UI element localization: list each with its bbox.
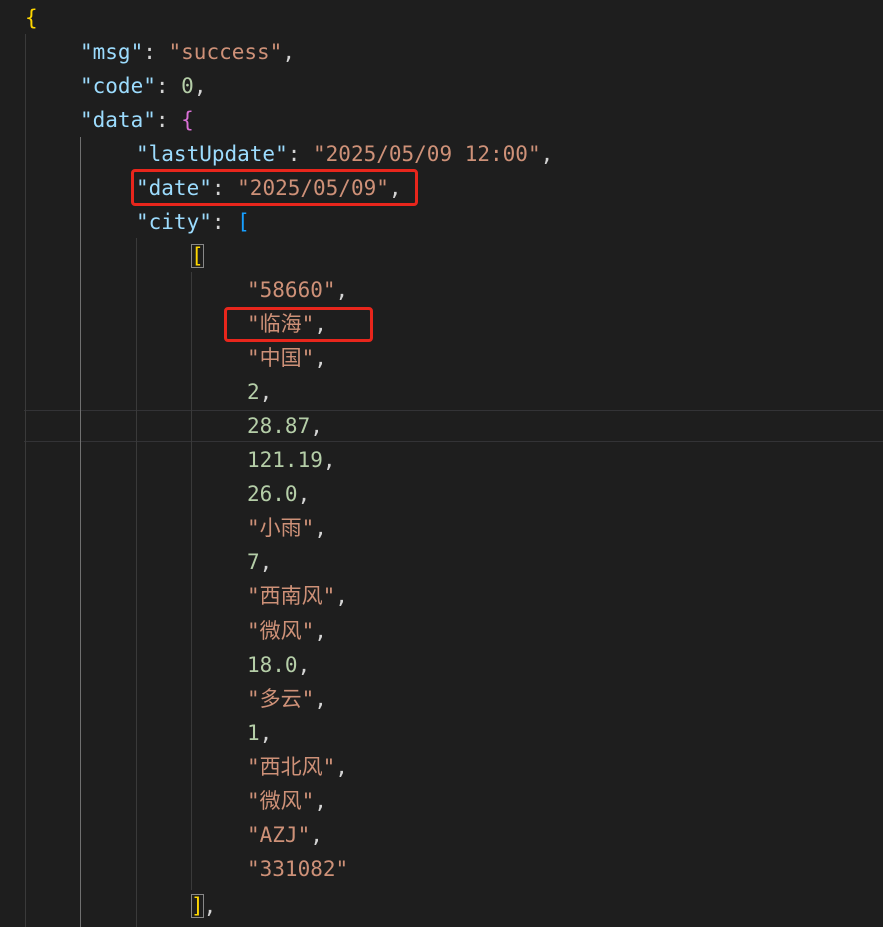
code-line-open-brace: { xyxy=(25,1,38,35)
json-array-value: "微风" xyxy=(247,619,315,643)
json-array-value: 121.19 xyxy=(247,448,323,472)
json-array-value: 26.0 xyxy=(247,482,298,506)
code-line-msg: "msg": "success", xyxy=(80,40,295,64)
json-key-lastupdate: "lastUpdate" xyxy=(136,142,288,166)
json-value-code: 0 xyxy=(181,74,194,98)
json-array-value: 28.87 xyxy=(247,414,311,438)
json-array-value: "临海" xyxy=(247,312,315,336)
code-line-array-item: 26.0, xyxy=(247,482,311,506)
data-open-brace: { xyxy=(181,108,194,132)
code-line-inner-close: ], xyxy=(191,894,217,918)
json-array-value: 2 xyxy=(247,380,260,404)
code-line-array-item: "58660", xyxy=(247,278,349,302)
code-line-array-item: "临海", xyxy=(247,312,327,336)
json-array-value: 1 xyxy=(247,721,260,745)
inner-open-bracket: [ xyxy=(191,244,204,268)
current-line-highlight xyxy=(24,410,883,442)
code-line-array-item: "微风", xyxy=(247,619,327,643)
root-open-brace: { xyxy=(25,6,38,30)
indent-guide xyxy=(136,238,137,927)
code-line-array-item: "331082" xyxy=(247,852,348,886)
indent-guide xyxy=(25,34,26,927)
code-line-array-item: "西南风", xyxy=(247,584,348,608)
code-line-array-item: "小雨", xyxy=(247,516,327,540)
json-array-value: "西北风" xyxy=(247,755,336,779)
json-value-date: "2025/05/09" xyxy=(237,176,389,200)
code-editor[interactable]: { "msg": "success", "code": 0, "data": {… xyxy=(0,0,883,927)
code-line-array-item: 7, xyxy=(247,550,273,574)
json-array-value: "中国" xyxy=(247,346,315,370)
json-array-value: "331082" xyxy=(247,857,349,881)
json-key-code: "code" xyxy=(80,74,156,98)
json-key-city: "city" xyxy=(136,210,212,234)
code-line-data: "data": { xyxy=(80,108,194,132)
json-value-lastupdate: "2025/05/09 12:00" xyxy=(313,142,541,166)
indent-guide xyxy=(191,272,192,890)
code-line-array-item: "微风", xyxy=(247,789,327,813)
json-array-value: "小雨" xyxy=(247,516,315,540)
code-line-city: "city": [ xyxy=(136,210,250,234)
json-key-msg: "msg" xyxy=(80,40,144,64)
code-line-array-item: 1, xyxy=(247,721,273,745)
code-line-array-item: "西北风", xyxy=(247,755,348,779)
json-array-value: "多云" xyxy=(247,687,315,711)
json-value-msg: "success" xyxy=(168,40,283,64)
json-key-date: "date" xyxy=(136,176,212,200)
code-line-lastupdate: "lastUpdate": "2025/05/09 12:00", xyxy=(136,142,554,166)
code-line-date: "date": "2025/05/09", xyxy=(136,176,402,200)
json-array-value: 7 xyxy=(247,550,260,574)
json-array-value: "微风" xyxy=(247,789,315,813)
code-line-array-item: "AZJ", xyxy=(247,823,323,847)
json-key-data: "data" xyxy=(80,108,156,132)
json-array-value: "AZJ" xyxy=(247,823,311,847)
code-line-inner-open: [ xyxy=(191,239,204,273)
code-line-array-item: "中国", xyxy=(247,346,327,370)
json-array-value: "58660" xyxy=(247,278,336,302)
json-array-value: "西南风" xyxy=(247,584,336,608)
code-line-array-item: 18.0, xyxy=(247,653,311,677)
code-line-array-item: 28.87, xyxy=(247,414,323,438)
code-line-array-item: 2, xyxy=(247,380,273,404)
json-array-value: 18.0 xyxy=(247,653,298,677)
city-open-bracket: [ xyxy=(237,210,250,234)
code-line-array-item: 121.19, xyxy=(247,448,336,472)
inner-close-bracket: ] xyxy=(191,894,204,918)
code-line-code: "code": 0, xyxy=(80,74,207,98)
code-line-array-item: "多云", xyxy=(247,687,327,711)
indent-guide-active xyxy=(80,137,81,927)
